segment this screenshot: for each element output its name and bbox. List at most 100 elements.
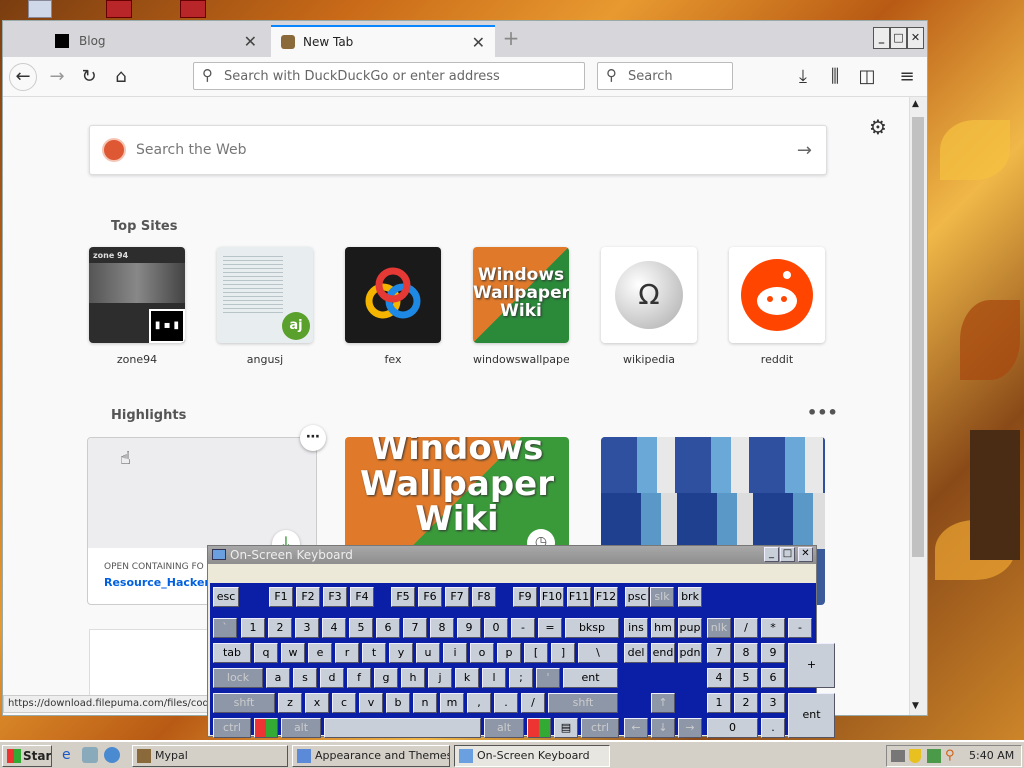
windows-key-icon[interactable]: [527, 718, 551, 738]
osk-key-k8[interactable]: 8: [734, 643, 758, 663]
context-menu-button[interactable]: ⋯: [300, 425, 326, 451]
desktop-icon[interactable]: [28, 0, 52, 18]
osk-key-rbr[interactable]: ]: [551, 643, 575, 663]
osk-key-k1[interactable]: 1: [707, 693, 731, 713]
osk-key-end[interactable]: end: [651, 643, 675, 663]
top-site-zone94[interactable]: zone 94 ▮ ▪ ▮ zone94: [89, 247, 185, 366]
highlights-menu-icon[interactable]: •••: [807, 403, 838, 422]
osk-key-kdot[interactable]: .: [761, 718, 785, 738]
osk-key-ent[interactable]: ent: [563, 668, 618, 688]
osk-key-n9[interactable]: 9: [457, 618, 481, 638]
osk-key-ralt[interactable]: alt: [484, 718, 524, 738]
osk-key-down[interactable]: ↓: [651, 718, 675, 738]
scrollbar-thumb[interactable]: [912, 117, 924, 557]
osk-key-w[interactable]: w: [281, 643, 305, 663]
osk-key-kstar[interactable]: *: [761, 618, 785, 638]
osk-key-k[interactable]: k: [455, 668, 479, 688]
network-icon[interactable]: [927, 749, 941, 763]
osk-key-f9[interactable]: F9: [513, 587, 537, 607]
osk-key-f12[interactable]: F12: [594, 587, 618, 607]
osk-key-k9[interactable]: 9: [761, 643, 785, 663]
arrow-right-icon[interactable]: →: [797, 140, 812, 161]
desktop-icon[interactable]: [106, 0, 132, 18]
osk-key-kminus[interactable]: -: [788, 618, 812, 638]
osk-key-n6[interactable]: 6: [376, 618, 400, 638]
close-tab-icon[interactable]: ✕: [472, 33, 485, 52]
minimize-button[interactable]: _: [873, 27, 890, 49]
osk-key-j[interactable]: j: [428, 668, 452, 688]
osk-key-f[interactable]: f: [347, 668, 371, 688]
osk-key-pup[interactable]: pup: [678, 618, 702, 638]
osk-key-n5[interactable]: 5: [349, 618, 373, 638]
search-box[interactable]: ⚲ Search: [597, 62, 733, 90]
osk-key-comma[interactable]: ,: [467, 693, 491, 713]
osk-key-space[interactable]: [324, 718, 481, 738]
osk-key-m[interactable]: m: [440, 693, 464, 713]
top-site-reddit[interactable]: reddit: [729, 247, 825, 366]
download-icon[interactable]: ⤓: [789, 63, 817, 91]
osk-key-h[interactable]: h: [401, 668, 425, 688]
explorer-icon[interactable]: [82, 747, 98, 763]
desktop-icon[interactable]: [180, 0, 206, 18]
osk-key-f1[interactable]: F1: [269, 587, 293, 607]
back-button[interactable]: ←: [9, 63, 37, 91]
osk-key-f6[interactable]: F6: [418, 587, 442, 607]
taskbar-button-appearance[interactable]: Appearance and Themes: [292, 745, 450, 767]
osk-key-psc[interactable]: psc: [625, 587, 649, 607]
web-search-bar[interactable]: Search the Web →: [89, 125, 827, 175]
new-tab-button[interactable]: +: [499, 27, 523, 51]
osk-key-k0[interactable]: 0: [707, 718, 758, 738]
library-icon[interactable]: ⫼: [821, 63, 849, 91]
osk-key-k3[interactable]: 3: [761, 693, 785, 713]
osk-key-k6[interactable]: 6: [761, 668, 785, 688]
osk-key-k2[interactable]: 2: [734, 693, 758, 713]
taskbar-button-mypal[interactable]: Mypal: [132, 745, 288, 767]
osk-key-n0[interactable]: 0: [484, 618, 508, 638]
osk-key-n4[interactable]: 4: [322, 618, 346, 638]
osk-key-period[interactable]: .: [494, 693, 518, 713]
osk-key-k4[interactable]: 4: [707, 668, 731, 688]
osk-key-slash[interactable]: /: [521, 693, 545, 713]
osk-key-i[interactable]: i: [443, 643, 467, 663]
osk-key-f3[interactable]: F3: [323, 587, 347, 607]
maximize-button[interactable]: □: [890, 27, 907, 49]
osk-key-hm[interactable]: hm: [651, 618, 675, 638]
osk-key-t[interactable]: t: [362, 643, 386, 663]
osk-key-bslash[interactable]: \: [578, 643, 618, 663]
osk-key-minus[interactable]: -: [511, 618, 535, 638]
close-tab-icon[interactable]: ✕: [244, 32, 257, 51]
osk-key-quote[interactable]: ': [536, 668, 560, 688]
home-icon[interactable]: ⌂: [107, 63, 135, 91]
osk-key-equals[interactable]: =: [538, 618, 562, 638]
osk-key-b[interactable]: b: [386, 693, 410, 713]
osk-key-f11[interactable]: F11: [567, 587, 591, 607]
osk-key-f4[interactable]: F4: [350, 587, 374, 607]
osk-key-slk[interactable]: slk: [650, 587, 674, 607]
windows-key-icon[interactable]: [254, 718, 278, 738]
taskbar-button-osk[interactable]: On-Screen Keyboard: [454, 745, 610, 767]
security-shield-icon[interactable]: [909, 749, 921, 763]
osk-key-nlk[interactable]: nlk: [707, 618, 731, 638]
scroll-down-icon[interactable]: ▼: [912, 701, 919, 711]
osk-key-del[interactable]: del: [624, 643, 648, 663]
osk-key-n3[interactable]: 3: [295, 618, 319, 638]
osk-key-g[interactable]: g: [374, 668, 398, 688]
osk-key-l[interactable]: l: [482, 668, 506, 688]
osk-key-n2[interactable]: 2: [268, 618, 292, 638]
osk-key-bksp[interactable]: bksp: [565, 618, 619, 638]
osk-key-lbr[interactable]: [: [524, 643, 548, 663]
osk-key-a[interactable]: a: [266, 668, 290, 688]
sidebar-icon[interactable]: ◫: [853, 63, 881, 91]
osk-key-n7[interactable]: 7: [403, 618, 427, 638]
top-site-windowswallpaper[interactable]: Windows Wallpaper Wiki windowswallpaper.…: [473, 247, 569, 366]
osk-key-n[interactable]: n: [413, 693, 437, 713]
osk-key-esc[interactable]: esc: [213, 587, 239, 607]
osk-key-left[interactable]: ←: [624, 718, 648, 738]
osk-key-brk[interactable]: brk: [678, 587, 702, 607]
reload-icon[interactable]: ↻: [75, 63, 103, 91]
scroll-up-icon[interactable]: ▲: [912, 99, 919, 109]
osk-key-u[interactable]: u: [416, 643, 440, 663]
osk-key-f8[interactable]: F8: [472, 587, 496, 607]
osk-key-tab[interactable]: tab: [213, 643, 251, 663]
search-tray-icon[interactable]: ⚲: [945, 748, 955, 763]
